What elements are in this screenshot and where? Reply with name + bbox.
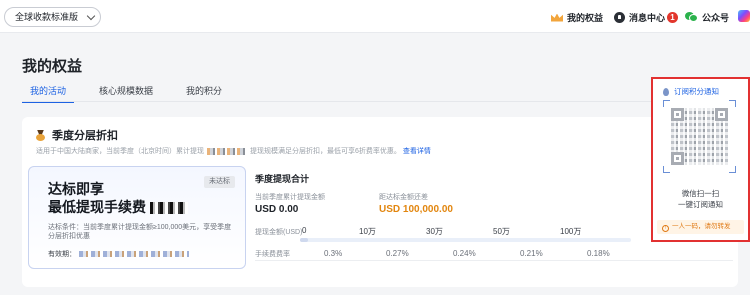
desc-before: 适用于中国大陆商家，当前季度（北京时间）累计提现 — [36, 148, 204, 155]
rate-value: 0.24% — [453, 249, 476, 258]
qr-panel-title: 订阅积分通知 — [663, 86, 719, 97]
nav-my-benefits[interactable]: 我的权益 — [551, 10, 603, 24]
divider — [255, 260, 733, 261]
nav-my-benefits-label: 我的权益 — [567, 12, 604, 23]
status-badge: 未达标 — [204, 176, 235, 188]
promo-box: 达标即享 最低提现手续费 未达标 达标条件：当前季度累计提现金额≥100,000… — [28, 166, 246, 269]
tab-bar: 我的活动 核心规模数据 我的积分 — [22, 84, 247, 103]
amount-row-label: 提现金额(USD) — [255, 229, 303, 236]
tab-divider — [22, 101, 738, 102]
redacted-mosaic — [79, 251, 189, 258]
frame-corner — [663, 166, 670, 173]
qr-finder — [671, 152, 684, 165]
rate-value: 0.3% — [324, 249, 343, 258]
edition-label: 全球收款标准版 — [15, 12, 79, 22]
validity-label: 有效期： — [48, 251, 76, 258]
current-amount-value: USD 0.00 — [255, 204, 299, 215]
qr-warning-text: 一人一码，请勿转发 — [672, 223, 731, 230]
quarter-title: 季度提现合计 — [255, 174, 310, 184]
rate-row-label: 手续费费率 — [255, 251, 290, 258]
promo-condition: 达标条件：当前季度累计提现金额≥100,000美元，享受季度分层折扣优惠 — [48, 224, 232, 240]
nav-message-center[interactable]: 消息中心 1 — [614, 10, 679, 24]
nav-official-account[interactable]: 公众号 — [685, 10, 729, 24]
page-title: 我的权益 — [22, 58, 83, 75]
qr-finder — [715, 108, 728, 121]
rate-value: 0.27% — [386, 249, 409, 258]
wechat-icon — [685, 12, 698, 22]
tick-label: 100万 — [560, 227, 582, 236]
edition-selector[interactable]: 全球收款标准版 — [4, 7, 102, 27]
section-description: 适用于中国大陆商家，当前季度（北京时间）累计提现 提现规模满足分层折扣，最低可享6… — [36, 146, 431, 156]
qr-scan-hint: 微信扫一扫 — [681, 189, 720, 198]
activity-card: 季度分层折扣 适用于中国大陆商家，当前季度（北京时间）累计提现 提现规模满足分层折… — [22, 117, 738, 287]
frame-corner — [729, 100, 736, 107]
frame-corner — [729, 166, 736, 173]
rate-value: 0.21% — [520, 249, 543, 258]
qr-panel-title-text: 订阅积分通知 — [674, 87, 719, 96]
qr-warning-note: ! 一人一码，请勿转发 — [657, 220, 744, 234]
view-details-link[interactable]: 查看详情 — [403, 148, 431, 155]
notification-badge: 1 — [667, 11, 679, 23]
current-amount-label: 当前季度累计提现金额 — [255, 194, 325, 201]
qr-code — [671, 108, 728, 165]
bell-icon — [614, 11, 625, 23]
tick-label: 10万 — [359, 227, 376, 236]
tick-label: 30万 — [426, 227, 443, 236]
promo-subheadline: 最低提现手续费 — [48, 197, 188, 217]
qr-subscribe-hint: 一键订阅通知 — [678, 200, 723, 209]
section-title-text: 季度分层折扣 — [52, 130, 118, 142]
tick-label: 50万 — [493, 227, 510, 236]
medal-icon — [36, 130, 45, 141]
tab-core-scale-data[interactable]: 核心规模数据 — [91, 84, 161, 102]
redacted-mosaic — [150, 202, 188, 215]
tick-label: 0 — [302, 226, 307, 235]
subscribe-qr-panel: 订阅积分通知 微信扫一扫 一键订阅通知 ! 一人一码，请勿转发 — [651, 77, 750, 242]
promo-headline: 达标即享 — [48, 181, 104, 197]
gap-amount-value: USD 100,000.00 — [379, 204, 453, 215]
qr-finder — [671, 108, 684, 121]
warning-icon: ! — [662, 225, 669, 232]
promo-subheadline-text: 最低提现手续费 — [48, 199, 146, 215]
section-title: 季度分层折扣 — [36, 127, 118, 143]
notification-drop-icon — [663, 87, 669, 96]
tab-my-activities[interactable]: 我的活动 — [22, 84, 75, 103]
top-bar: 全球收款标准版 我的权益 消息中心 1 公众号 — [0, 0, 750, 33]
progress-fill — [300, 238, 308, 242]
progress-track — [300, 238, 631, 242]
tab-my-points[interactable]: 我的积分 — [178, 84, 230, 102]
redacted-mosaic — [207, 147, 247, 155]
frame-corner — [663, 100, 670, 107]
rate-value: 0.18% — [587, 249, 610, 258]
gap-amount-label: 距达标金额还差 — [379, 194, 428, 201]
promo-validity: 有效期： — [48, 249, 189, 259]
crown-icon — [551, 13, 563, 22]
app-logo-icon[interactable] — [738, 10, 750, 22]
chevron-down-icon — [86, 11, 96, 21]
qr-code-frame[interactable] — [663, 100, 736, 173]
desc-after: 提现规模满足分层折扣，最低可享6折费率优惠。 — [250, 148, 401, 155]
nav-message-center-label: 消息中心 — [629, 12, 666, 23]
nav-official-account-label: 公众号 — [702, 12, 730, 23]
